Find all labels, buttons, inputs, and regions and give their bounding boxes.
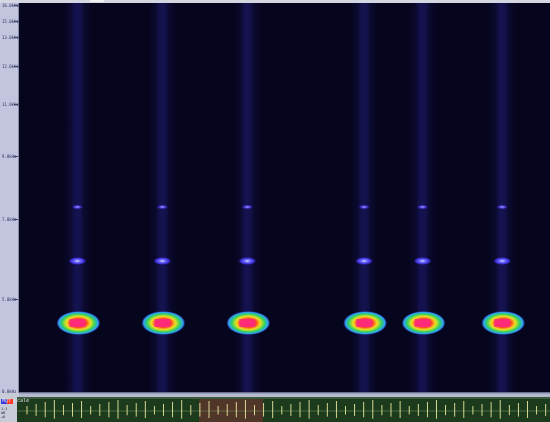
- call-fundamental-peak: [154, 319, 171, 327]
- freq-tick-mark: [14, 104, 18, 105]
- overview-label: +8: [1, 415, 6, 419]
- call-harmonic-high: [416, 204, 429, 210]
- call-harmonic-high: [71, 204, 84, 210]
- call-fundamental-peak: [356, 319, 373, 327]
- call-harmonic-mid: [355, 257, 374, 265]
- call-harmonic-mid: [238, 257, 257, 265]
- call-harmonic-mid: [493, 257, 512, 265]
- call-harmonic-mid: [68, 257, 87, 265]
- call-fundamental-peak: [239, 319, 256, 327]
- call-fundamental-peak: [494, 319, 511, 327]
- call-harmonic-high: [358, 204, 371, 210]
- freq-tick-mark: [14, 299, 18, 300]
- call-harmonic-mid: [413, 257, 432, 265]
- navigation-overview[interactable]: 1:1 dB +8 Mgt scale: [0, 397, 550, 422]
- freq-tick-mark: [14, 37, 18, 38]
- call-harmonic-mid: [153, 257, 172, 265]
- freq-tick-label: 0.0kHz: [2, 389, 17, 394]
- track-name-label: Mgt scale: [2, 398, 30, 404]
- waveform-top-edge: [17, 397, 550, 399]
- call-harmonic-high: [156, 204, 169, 210]
- call-harmonic-high: [496, 204, 509, 210]
- spectrogram-view[interactable]: [19, 3, 550, 392]
- freq-tick-mark: [14, 219, 18, 220]
- frequency-axis: 16.0kHz 15.0kHz 13.0kHz 12.0kHz 11.0kHz …: [0, 3, 19, 394]
- spectrogram-canvas[interactable]: [19, 3, 550, 392]
- freq-tick-mark: [14, 156, 18, 157]
- waveform-background: [17, 397, 550, 422]
- freq-tick-mark: [14, 66, 18, 67]
- call-marks-layer: [56, 3, 526, 392]
- call-fundamental-peak: [414, 319, 431, 327]
- waveform-overview[interactable]: [17, 397, 550, 422]
- title-strip-notch: [90, 0, 104, 2]
- freq-tick-mark: [14, 5, 18, 6]
- call-harmonic-high: [241, 204, 254, 210]
- freq-tick-mark: [14, 21, 18, 22]
- call-fundamental-peak: [69, 319, 86, 327]
